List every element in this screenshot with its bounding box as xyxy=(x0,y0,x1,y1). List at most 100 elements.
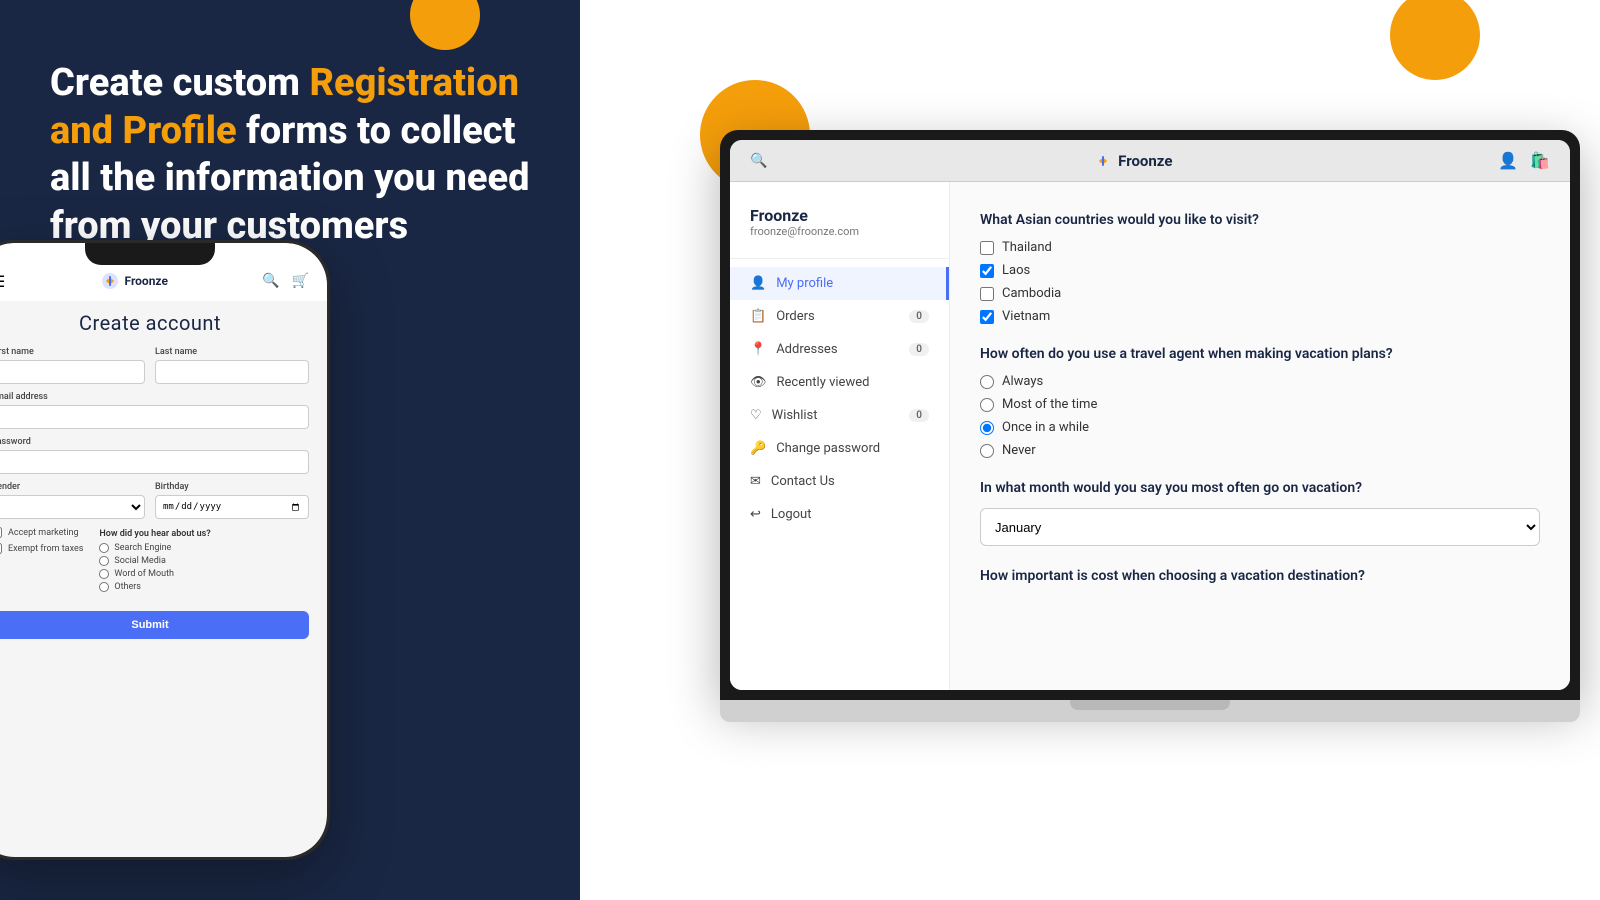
sidebar: Froonze froonze@froonze.com 👤 My profile xyxy=(730,182,950,690)
logout-icon: ↩ xyxy=(750,507,761,522)
q2-never-radio[interactable] xyxy=(980,444,994,458)
headline: Create custom Registrationand Profile fo… xyxy=(50,60,530,250)
sidebar-addresses-label: Addresses xyxy=(776,342,837,357)
radio-search-engine-label: Search Engine xyxy=(114,543,171,553)
q3-section: In what month would you say you most oft… xyxy=(980,480,1540,546)
first-name-label: First name xyxy=(0,347,145,357)
profile-name: Froonze xyxy=(750,206,929,225)
q2-label: How often do you use a travel agent when… xyxy=(980,346,1540,362)
q4-section: How important is cost when choosing a va… xyxy=(980,568,1540,584)
q1-cambodia-label: Cambodia xyxy=(1002,286,1061,301)
eye-icon: 👁 xyxy=(750,375,767,390)
sidebar-item-orders[interactable]: 📋 Orders 0 xyxy=(730,300,949,333)
q2-most-time-radio[interactable] xyxy=(980,398,994,412)
radio-others-label: Others xyxy=(114,582,141,592)
search-icon[interactable]: 🔍 xyxy=(750,153,767,169)
sidebar-my-profile-label: My profile xyxy=(776,276,833,291)
sidebar-item-logout[interactable]: ↩ Logout xyxy=(730,498,949,531)
q1-option-cambodia: Cambodia xyxy=(980,286,1540,301)
radio-search-engine: Search Engine xyxy=(99,543,210,553)
heart-icon: ♡ xyxy=(750,408,762,423)
browser-chrome: 🔍 Froonze 👤 🛍️ xyxy=(730,140,1570,182)
q3-label: In what month would you say you most oft… xyxy=(980,480,1540,496)
hamburger-icon[interactable]: ☰ xyxy=(0,272,5,291)
sidebar-item-change-password[interactable]: 🔑 Change password xyxy=(730,432,949,465)
laptop-screen-inner: 🔍 Froonze 👤 🛍️ xyxy=(730,140,1570,690)
name-row: First name Last name xyxy=(0,347,309,384)
radio-word-of-mouth: Word of Mouth xyxy=(99,569,210,579)
last-name-input[interactable] xyxy=(155,360,309,384)
q1-cambodia-checkbox[interactable] xyxy=(980,287,994,301)
submit-button[interactable]: Submit xyxy=(0,611,309,639)
radio-word-of-mouth-input[interactable] xyxy=(99,569,109,579)
profile-email: froonze@froonze.com xyxy=(750,225,929,238)
gender-select[interactable] xyxy=(0,495,145,519)
phone-screen: ☰ Froonze 🔍 🛒 Create account xyxy=(0,243,327,857)
birthday-group: Birthday xyxy=(155,482,309,519)
sidebar-item-contact-us[interactable]: ✉ Contact Us xyxy=(730,465,949,498)
q1-label: What Asian countries would you like to v… xyxy=(980,212,1540,228)
q4-label: How important is cost when choosing a va… xyxy=(980,568,1540,584)
q2-option-once-while: Once in a while xyxy=(980,420,1540,435)
left-panel: Create custom Registrationand Profile fo… xyxy=(0,0,580,900)
sidebar-profile: Froonze froonze@froonze.com xyxy=(730,206,949,259)
laptop-base xyxy=(720,700,1580,722)
headline-orange: Registrationand Profile xyxy=(50,61,519,153)
phone-content: Create account First name Last name Emai… xyxy=(0,301,327,649)
q3-month-select[interactable]: January February March April May June Ju… xyxy=(980,508,1540,546)
exempt-taxes-label: Exempt from taxes xyxy=(8,544,83,554)
birthday-label: Birthday xyxy=(155,482,309,492)
accept-marketing-checkbox[interactable] xyxy=(0,527,2,538)
radio-others-input[interactable] xyxy=(99,582,109,592)
location-icon: 📍 xyxy=(750,342,766,357)
how-heard-label: How did you hear about us? xyxy=(99,529,210,539)
last-name-label: Last name xyxy=(155,347,309,357)
laptop-screen-outer: 🔍 Froonze 👤 🛍️ xyxy=(720,130,1580,700)
first-name-group: First name xyxy=(0,347,145,384)
q2-section: How often do you use a travel agent when… xyxy=(980,346,1540,458)
exempt-taxes-row: Exempt from taxes xyxy=(0,543,83,554)
q2-always-label: Always xyxy=(1002,374,1043,389)
sidebar-contact-us-label: Contact Us xyxy=(771,474,835,489)
radio-search-engine-input[interactable] xyxy=(99,543,109,553)
password-input[interactable] xyxy=(0,450,309,474)
email-input[interactable] xyxy=(0,405,309,429)
right-panel: 🔍 Froonze 👤 🛍️ xyxy=(580,0,1600,900)
accept-marketing-row: Accept marketing xyxy=(0,527,83,538)
browser-search: 🔍 xyxy=(750,153,767,169)
q2-always-radio[interactable] xyxy=(980,375,994,389)
first-name-input[interactable] xyxy=(0,360,145,384)
laptop-mockup: 🔍 Froonze 👤 🛍️ xyxy=(720,130,1580,750)
user-icon[interactable]: 👤 xyxy=(1498,151,1518,170)
q1-laos-label: Laos xyxy=(1002,263,1030,278)
q2-once-while-radio[interactable] xyxy=(980,421,994,435)
gender-birthday-row: Gender Birthday xyxy=(0,482,309,519)
sidebar-item-wishlist[interactable]: ♡ Wishlist 0 xyxy=(730,399,949,432)
sidebar-item-recently-viewed[interactable]: 👁 Recently viewed xyxy=(730,366,949,399)
sidebar-item-addresses[interactable]: 📍 Addresses 0 xyxy=(730,333,949,366)
cart-icon[interactable]: 🛒 xyxy=(292,273,309,289)
radio-others: Others xyxy=(99,582,210,592)
password-group: Password xyxy=(0,437,309,474)
sidebar-item-my-profile[interactable]: 👤 My profile xyxy=(730,267,949,300)
birthday-input[interactable] xyxy=(155,495,309,519)
q1-vietnam-checkbox[interactable] xyxy=(980,310,994,324)
q1-thailand-checkbox[interactable] xyxy=(980,241,994,255)
q1-thailand-label: Thailand xyxy=(1002,240,1052,255)
search-icon[interactable]: 🔍 xyxy=(262,273,279,289)
email-label: Email address xyxy=(0,392,309,402)
orders-icon: 📋 xyxy=(750,309,766,324)
q2-never-label: Never xyxy=(1002,443,1036,458)
q2-option-most-time: Most of the time xyxy=(980,397,1540,412)
browser-logo: Froonze xyxy=(1093,151,1172,171)
radio-word-of-mouth-label: Word of Mouth xyxy=(114,569,174,579)
phone-nav-icons: 🔍 🛒 xyxy=(262,273,309,289)
q1-section: What Asian countries would you like to v… xyxy=(980,212,1540,324)
bag-icon[interactable]: 🛍️ xyxy=(1530,151,1550,170)
addresses-badge: 0 xyxy=(909,343,929,356)
radio-social-media-input[interactable] xyxy=(99,556,109,566)
sidebar-change-password-label: Change password xyxy=(776,441,880,456)
exempt-taxes-checkbox[interactable] xyxy=(0,543,2,554)
q1-laos-checkbox[interactable] xyxy=(980,264,994,278)
how-heard-section: How did you hear about us? Search Engine… xyxy=(99,529,210,595)
